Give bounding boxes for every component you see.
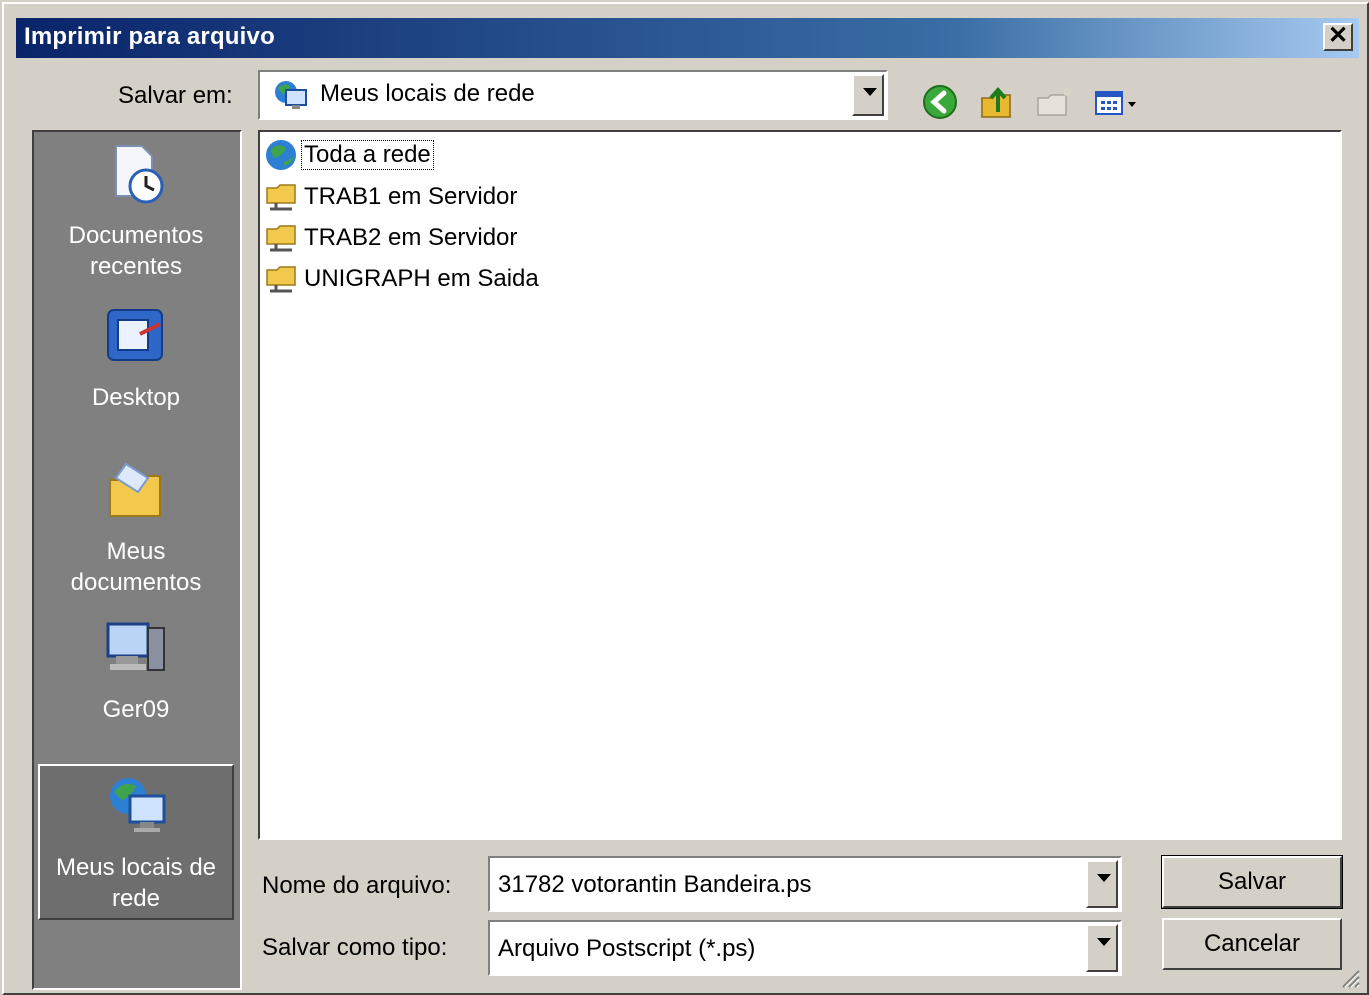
place-recent-documents[interactable]: Documentos recentes xyxy=(38,142,234,282)
save-in-value: Meus locais de rede xyxy=(320,80,535,107)
new-folder-icon[interactable] xyxy=(1034,82,1074,122)
network-places-icon xyxy=(110,778,166,832)
up-folder-icon[interactable] xyxy=(976,82,1016,122)
file-list[interactable]: Toda a rede TRAB1 em Servidor TRAB2 em S… xyxy=(258,130,1342,840)
filename-input[interactable]: 31782 votorantin Bandeira.ps xyxy=(488,856,1122,912)
filename-dropdown-button[interactable] xyxy=(1086,860,1118,908)
globe-icon xyxy=(266,140,296,170)
list-item[interactable]: UNIGRAPH em Saida xyxy=(264,260,541,298)
place-label-line1: Documentos xyxy=(68,222,204,249)
place-label-line2: documentos xyxy=(70,569,202,596)
place-label-line1: Ger09 xyxy=(102,696,170,723)
filetype-value: Arquivo Postscript (*.ps) xyxy=(498,935,756,962)
save-button[interactable]: Salvar xyxy=(1161,855,1343,909)
filename-value: 31782 votorantin Bandeira.ps xyxy=(498,871,812,898)
filename-label: Nome do arquivo: xyxy=(262,872,451,900)
filetype-label: Salvar como tipo: xyxy=(262,934,447,962)
place-network-places[interactable]: Meus locais de rede xyxy=(38,764,234,920)
filetype-dropdown-button[interactable] xyxy=(1086,924,1118,972)
save-in-dropdown-button[interactable] xyxy=(852,74,884,116)
list-item-name: TRAB1 em Servidor xyxy=(304,183,518,210)
close-button[interactable]: ✕ xyxy=(1323,23,1353,51)
cancel-button[interactable]: Cancelar xyxy=(1162,918,1342,970)
my-documents-icon xyxy=(109,462,161,517)
filename-label-text: Nome do arquivo: xyxy=(262,872,452,899)
place-my-computer[interactable]: Ger09 xyxy=(38,616,234,725)
place-desktop[interactable]: Desktop xyxy=(38,304,234,413)
list-item[interactable]: TRAB1 em Servidor xyxy=(264,178,519,216)
list-item-name: TRAB2 em Servidor xyxy=(304,224,518,251)
title-bar[interactable]: Imprimir para arquivo ✕ xyxy=(16,18,1359,58)
list-item[interactable]: Toda a rede xyxy=(264,136,434,174)
back-icon[interactable] xyxy=(920,82,960,122)
list-item-name: UNIGRAPH em Saida xyxy=(304,265,539,292)
list-item-name: Toda a rede xyxy=(301,140,434,170)
filetype-select[interactable]: Arquivo Postscript (*.ps) xyxy=(488,920,1122,976)
places-bar: Documentos recentes Desktop Meus documen… xyxy=(32,130,242,990)
filetype-label-text: Salvar como tipo: xyxy=(262,934,448,961)
save-in-label-text: Salvar em: xyxy=(118,82,233,109)
place-label-line1: Desktop xyxy=(91,384,181,411)
place-label-line2: recentes xyxy=(89,253,183,280)
desktop-icon xyxy=(107,309,163,361)
views-menu-icon[interactable] xyxy=(1092,82,1146,122)
save-in-combo[interactable]: Meus locais de rede xyxy=(258,70,888,120)
place-label-line1: Meus xyxy=(106,538,166,565)
my-computer-icon xyxy=(106,622,165,671)
save-in-label: Salvar em: xyxy=(118,82,233,110)
place-label-line2: rede xyxy=(111,885,161,912)
recent-documents-icon xyxy=(115,145,164,204)
list-item[interactable]: TRAB2 em Servidor xyxy=(264,219,519,257)
place-my-documents[interactable]: Meus documentos xyxy=(38,458,234,598)
network-places-icon xyxy=(275,81,307,109)
network-share-icon xyxy=(266,266,296,293)
network-share-icon xyxy=(266,184,296,211)
resize-grip-icon[interactable] xyxy=(1337,965,1361,989)
place-label-line1: Meus locais de xyxy=(55,854,217,881)
network-share-icon xyxy=(266,225,296,252)
dialog-title: Imprimir para arquivo xyxy=(24,23,275,50)
